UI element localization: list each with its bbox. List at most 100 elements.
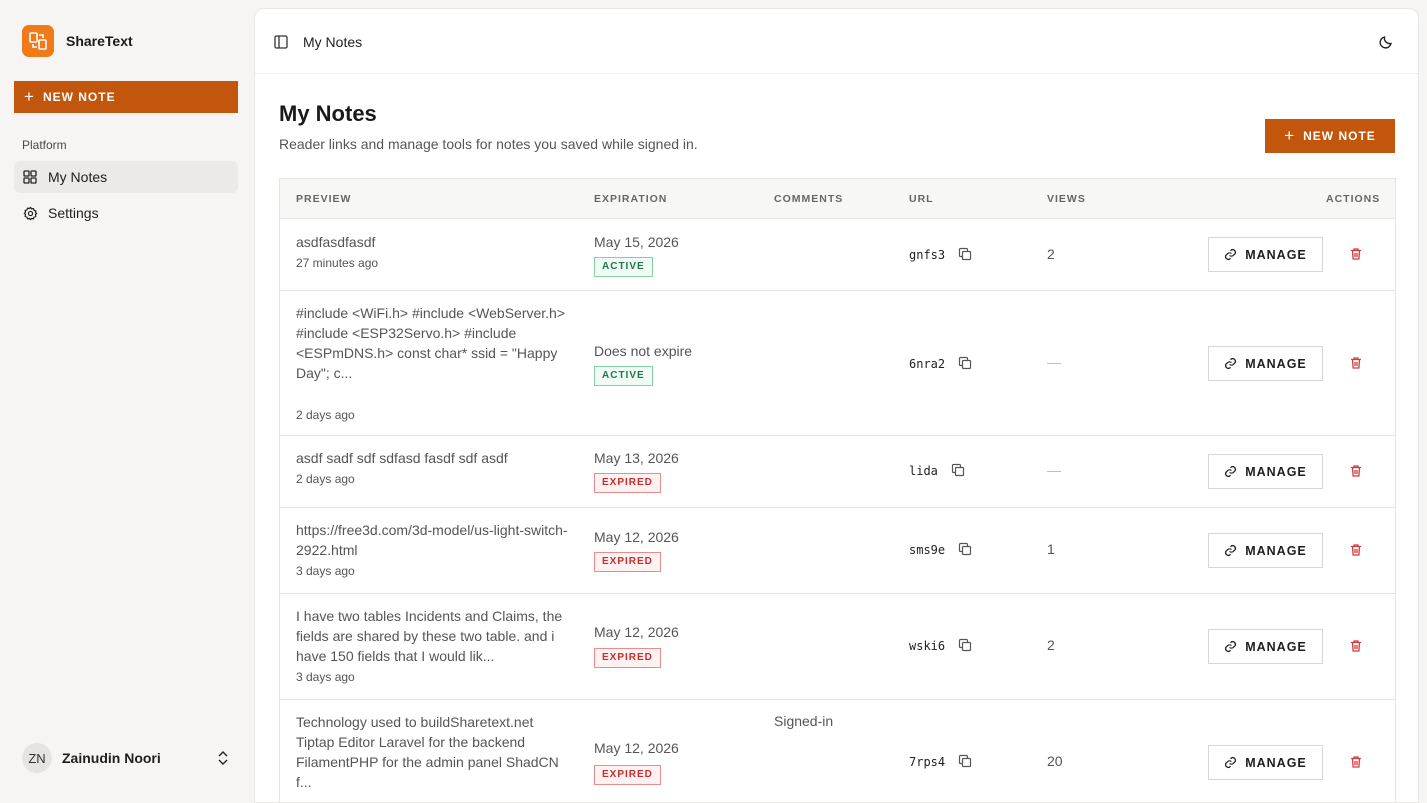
note-url[interactable]: 7rps4 [909,755,945,769]
status-badge: EXPIRED [594,552,661,572]
link-icon [1225,357,1237,370]
link-icon [1225,248,1237,261]
note-url[interactable]: gnfs3 [909,248,945,262]
note-age: 3 days ago [296,670,355,684]
sidebar-new-note-button[interactable]: + NEW NOTE [14,81,238,113]
manage-button[interactable]: MANAGE [1208,745,1323,780]
view-count: 2 [1047,637,1055,653]
sharetext-logo-icon [22,25,54,57]
page-subtitle: Reader links and manage tools for notes … [279,136,698,152]
note-url[interactable]: sms9e [909,543,945,557]
note-preview: asdf sadf sdf sdfasd fasdf sdf asdf [296,450,508,466]
table-row[interactable]: #include <WiFi.h> #include <WebServer.h>… [280,291,1395,436]
gear-icon [22,205,38,221]
new-note-label: NEW NOTE [1303,129,1376,143]
grid-icon [22,169,38,185]
table-row[interactable]: asdfasdfasdf 27 minutes ago May 15, 2026… [280,219,1395,291]
note-age: 3 days ago [296,564,355,578]
sidebar: ShareText + NEW NOTE Platform My Notes S… [0,0,254,803]
trash-icon[interactable] [1349,639,1363,653]
trash-icon[interactable] [1349,755,1363,769]
trash-icon[interactable] [1349,543,1363,557]
manage-button[interactable]: MANAGE [1208,346,1323,381]
expiration-date: May 13, 2026 [594,450,679,466]
expiration-date: May 12, 2026 [594,740,679,756]
column-header-url[interactable]: URL [909,193,934,205]
manage-button[interactable]: MANAGE [1208,533,1323,568]
expiration-date: May 12, 2026 [594,529,679,545]
trash-icon[interactable] [1349,247,1363,261]
table-row[interactable]: asdf sadf sdf sdfasd fasdf sdf asdf 2 da… [280,436,1395,508]
status-badge: EXPIRED [594,765,661,785]
view-count: 1 [1047,541,1055,557]
user-menu[interactable]: ZN Zainudin Noori [22,743,238,773]
link-icon [1225,465,1237,478]
sidebar-item-label: My Notes [48,169,108,185]
copy-icon[interactable] [958,638,972,652]
view-count: — [1047,462,1061,478]
view-count: 2 [1047,246,1055,262]
view-count: 20 [1047,753,1063,769]
note-age: 2 days ago [296,472,355,486]
manage-label: MANAGE [1245,543,1307,558]
status-badge: EXPIRED [594,473,661,493]
view-count: — [1047,354,1061,370]
note-url[interactable]: lida [909,464,938,478]
new-note-button[interactable]: + NEW NOTE [1265,119,1395,153]
moon-icon[interactable] [1378,34,1394,50]
column-header-views[interactable]: VIEWS [1047,193,1086,205]
column-header-actions: ACTIONS [1326,193,1381,205]
copy-icon[interactable] [951,463,965,477]
table-header: PREVIEW EXPIRATION COMMENTS URL VIEWS AC… [280,179,1395,219]
table-row[interactable]: I have two tables Incidents and Claims, … [280,594,1395,700]
trash-icon[interactable] [1349,356,1363,370]
copy-icon[interactable] [958,247,972,261]
table-row[interactable]: https://free3d.com/3d-model/us-light-swi… [280,508,1395,594]
column-header-comments[interactable]: COMMENTS [774,193,843,205]
manage-button[interactable]: MANAGE [1208,237,1323,272]
link-icon [1225,544,1237,557]
avatar: ZN [22,743,52,773]
table-row[interactable]: Technology used to buildSharetext.net Ti… [280,700,1395,802]
column-header-expiration[interactable]: EXPIRATION [594,193,667,205]
status-badge: EXPIRED [594,648,661,668]
manage-label: MANAGE [1245,464,1307,479]
top-bar: My Notes [255,9,1418,74]
manage-button[interactable]: MANAGE [1208,454,1323,489]
copy-icon[interactable] [958,542,972,556]
status-badge: ACTIVE [594,366,653,386]
manage-button[interactable]: MANAGE [1208,629,1323,664]
expiration-date: May 12, 2026 [594,624,679,640]
plus-icon: + [1284,125,1296,145]
manage-label: MANAGE [1245,755,1307,770]
note-preview: Technology used to buildSharetext.net Ti… [296,714,559,790]
note-preview: I have two tables Incidents and Claims, … [296,608,563,664]
note-age: 27 minutes ago [296,256,379,270]
plus-icon: + [24,86,35,106]
manage-label: MANAGE [1245,247,1307,262]
main-panel: My Notes My Notes Reader links and manag… [254,8,1419,803]
chevrons-up-down-icon [218,751,228,765]
copy-icon[interactable] [958,356,972,370]
note-url[interactable]: 6nra2 [909,357,945,371]
note-preview: asdfasdfasdf [296,234,376,250]
column-header-preview[interactable]: PREVIEW [296,193,351,205]
notes-table: PREVIEW EXPIRATION COMMENTS URL VIEWS AC… [279,178,1396,802]
page-title: My Notes [279,101,377,126]
copy-icon[interactable] [958,754,972,768]
trash-icon[interactable] [1349,464,1363,478]
note-preview: https://free3d.com/3d-model/us-light-swi… [296,522,568,558]
sidebar-item-my-notes[interactable]: My Notes [14,161,238,193]
note-url[interactable]: wski6 [909,639,945,653]
sidebar-item-label: Settings [48,205,99,221]
sidebar-toggle-icon[interactable] [274,35,288,49]
sidebar-section-label: Platform [22,138,67,152]
status-badge: ACTIVE [594,257,653,277]
breadcrumb: My Notes [303,34,363,50]
note-age: 2 days ago [296,408,355,422]
brand[interactable]: ShareText [22,25,133,57]
manage-label: MANAGE [1245,639,1307,654]
sidebar-item-settings[interactable]: Settings [14,197,238,229]
link-icon [1225,756,1237,769]
comments-setting: Signed-in [774,713,834,729]
